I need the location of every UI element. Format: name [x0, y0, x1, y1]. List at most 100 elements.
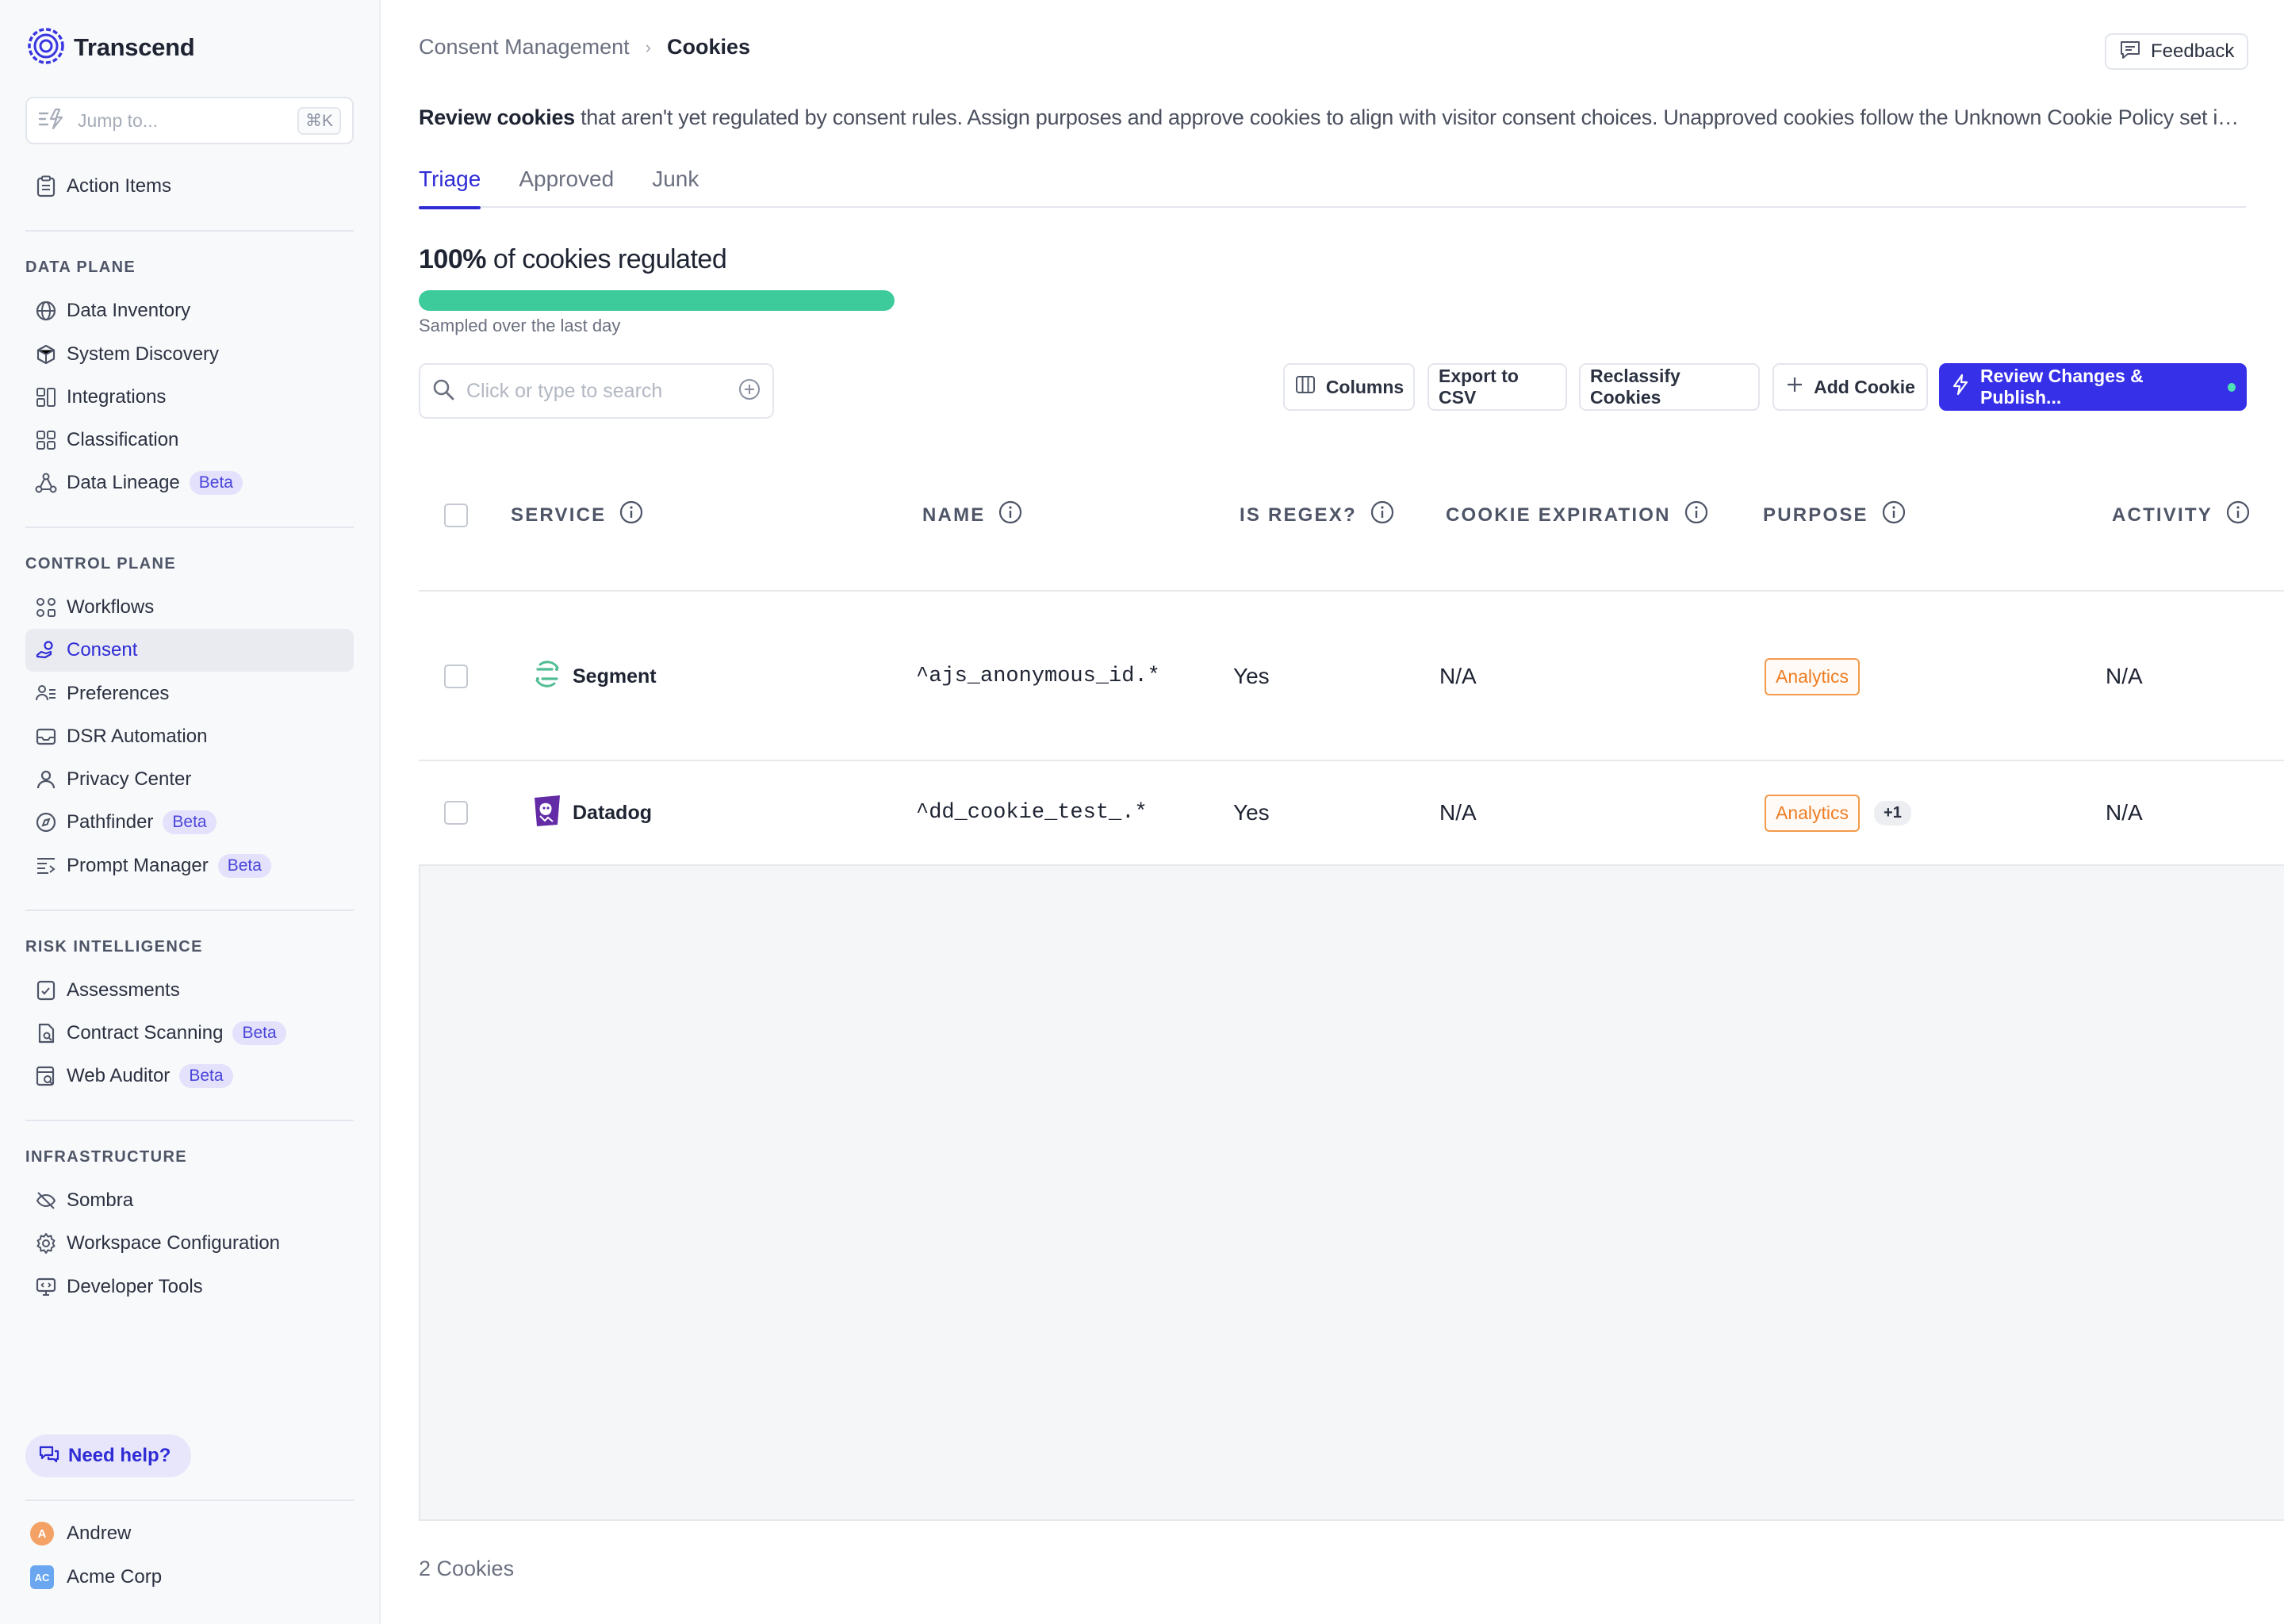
sidebar-item-system-discovery[interactable]: System Discovery: [25, 333, 354, 376]
jump-to-search[interactable]: Jump to... ⌘K: [25, 97, 354, 144]
sidebar-item-label: Integrations: [67, 386, 167, 408]
service-name: Segment: [573, 665, 657, 688]
sidebar-item-label: Action Items: [67, 175, 172, 197]
sidebar-item-prompt-manager[interactable]: Prompt Manager Beta: [25, 845, 354, 887]
sidebar-item-label: Data Inventory: [67, 300, 191, 321]
sidebar-item-label: Prompt Manager: [67, 855, 209, 876]
add-cookie-button[interactable]: Add Cookie: [1772, 363, 1928, 411]
info-icon[interactable]: [619, 500, 644, 530]
info-icon[interactable]: [1881, 500, 1907, 530]
sidebar-item-label: Web Auditor: [67, 1065, 171, 1086]
prompt-icon: [33, 853, 59, 879]
feedback-label: Feedback: [2151, 40, 2235, 62]
sidebar-item-integrations[interactable]: Integrations: [25, 376, 354, 419]
info-icon[interactable]: [1684, 500, 1709, 530]
avatar: A: [30, 1522, 54, 1545]
globe-icon: [33, 298, 59, 324]
info-icon[interactable]: [1370, 500, 1395, 530]
status-dot: [2227, 382, 2236, 392]
tab-junk[interactable]: Junk: [652, 167, 699, 208]
reclassify-cookies-button[interactable]: Reclassify Cookies: [1579, 363, 1760, 411]
header-label: SERVICE: [511, 504, 607, 526]
header-divider: [419, 590, 2284, 592]
sidebar-item-assessments[interactable]: Assessments: [25, 969, 354, 1012]
review-publish-button[interactable]: Review Changes & Publish...: [1939, 363, 2247, 411]
cookie-count: 2 Cookies: [419, 1557, 515, 1580]
sidebar-item-dsr-automation[interactable]: DSR Automation: [25, 715, 354, 758]
purpose-cell[interactable]: Analytics: [1765, 657, 1861, 696]
column-header-activity[interactable]: ACTIVITY: [2112, 500, 2251, 530]
brand[interactable]: Transcend: [26, 26, 195, 70]
export-csv-button[interactable]: Export to CSV: [1428, 363, 1567, 411]
preferences-icon: [33, 681, 59, 707]
monitor-code-icon: [33, 1274, 59, 1300]
sidebar-item-web-auditor[interactable]: Web Auditor Beta: [25, 1055, 354, 1097]
columns-icon: [1294, 373, 1316, 400]
table-empty-area: [419, 864, 2284, 1521]
feedback-button[interactable]: Feedback: [2105, 33, 2249, 70]
sidebar-item-label: Workflows: [67, 596, 155, 618]
beta-badge: Beta: [217, 854, 271, 878]
header-label: PURPOSE: [1763, 504, 1868, 526]
column-header-name[interactable]: NAME: [922, 500, 1023, 530]
lineage-icon: [33, 470, 59, 496]
sidebar-item-label: Privacy Center: [67, 768, 192, 790]
column-header-is-regex[interactable]: IS REGEX?: [1240, 500, 1395, 530]
tab-bar: Triage Approved Junk: [419, 167, 2246, 209]
sidebar-item-preferences[interactable]: Preferences: [25, 672, 354, 715]
sidebar-item-classification[interactable]: Classification: [25, 419, 354, 462]
column-header-service[interactable]: SERVICE: [511, 500, 644, 530]
column-header-cookie-expiration[interactable]: COOKIE EXPIRATION: [1446, 500, 1709, 530]
header-label: IS REGEX?: [1240, 504, 1357, 526]
need-help-button[interactable]: Need help?: [25, 1434, 192, 1477]
tab-triage[interactable]: Triage: [419, 167, 481, 209]
sidebar-item-data-lineage[interactable]: Data Lineage Beta: [25, 462, 354, 504]
export-label: Export to CSV: [1439, 366, 1519, 408]
activity-cell: N/A: [2106, 664, 2143, 688]
org-switcher[interactable]: AC Acme Corp: [30, 1565, 162, 1589]
sidebar-item-workflows[interactable]: Workflows: [25, 586, 354, 629]
purpose-tag[interactable]: Analytics: [1765, 794, 1861, 832]
integrations-icon: [33, 385, 59, 410]
tab-approved[interactable]: Approved: [519, 167, 614, 208]
sidebar-item-privacy-center[interactable]: Privacy Center: [25, 758, 354, 801]
sidebar-item-contract-scanning[interactable]: Contract Scanning Beta: [25, 1012, 354, 1055]
sidebar-item-developer-tools[interactable]: Developer Tools: [25, 1266, 354, 1308]
sidebar-item-data-inventory[interactable]: Data Inventory: [25, 289, 354, 332]
column-header-purpose[interactable]: PURPOSE: [1763, 500, 1907, 530]
more-purposes-badge[interactable]: +1: [1874, 800, 1911, 825]
info-icon[interactable]: [2225, 500, 2251, 530]
columns-button[interactable]: Columns: [1283, 363, 1415, 411]
select-all-checkbox[interactable]: [444, 504, 468, 527]
search-icon: [431, 377, 455, 405]
search-box[interactable]: [419, 363, 774, 419]
add-cookie-label: Add Cookie: [1814, 376, 1915, 397]
sidebar-item-label: Classification: [67, 429, 179, 450]
section-title-data-plane: DATA PLANE: [25, 259, 136, 276]
row-checkbox[interactable]: [444, 665, 468, 688]
sidebar-item-label: Assessments: [67, 979, 180, 1001]
user-menu[interactable]: A Andrew: [30, 1522, 131, 1545]
sidebar-item-consent[interactable]: Consent: [25, 629, 354, 672]
info-icon[interactable]: [998, 500, 1023, 530]
sidebar-item-pathfinder[interactable]: Pathfinder Beta: [25, 801, 354, 844]
add-filter-icon[interactable]: [738, 377, 761, 405]
grid-icon: [33, 427, 59, 453]
assessment-icon: [33, 978, 59, 1003]
transcend-logo-icon: [26, 26, 66, 70]
reclassify-label: Reclassify Cookies: [1590, 366, 1680, 408]
sidebar-item-action-items[interactable]: Action Items: [25, 165, 354, 208]
message-icon: [2119, 40, 2141, 64]
description-bold: Review cookies: [419, 105, 575, 129]
expiration-cell: N/A: [1439, 664, 1477, 688]
search-input[interactable]: [466, 379, 738, 403]
breadcrumb-parent-link[interactable]: Consent Management: [419, 35, 630, 59]
purpose-cell[interactable]: Analytics +1: [1765, 793, 1911, 833]
purpose-tag[interactable]: Analytics: [1765, 657, 1861, 695]
sidebar-item-sombra[interactable]: Sombra: [25, 1179, 354, 1222]
sidebar-item-workspace-configuration[interactable]: Workspace Configuration: [25, 1222, 354, 1265]
header-label: ACTIVITY: [2112, 504, 2213, 526]
row-checkbox[interactable]: [444, 801, 468, 825]
shortcut-badge: ⌘K: [297, 106, 341, 135]
divider: [25, 230, 354, 232]
